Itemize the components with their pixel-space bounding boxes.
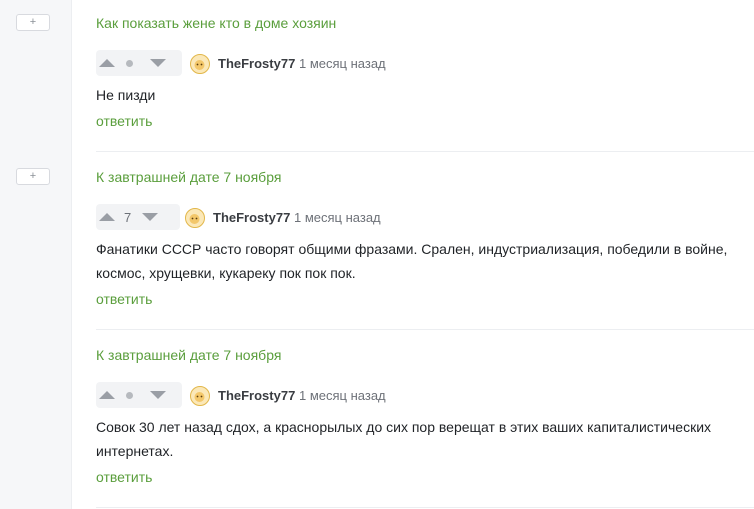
- divider: [96, 151, 754, 152]
- vote-up-button[interactable]: [96, 206, 118, 228]
- author-name[interactable]: TheFrosty77: [218, 388, 295, 403]
- vote-score: 7: [124, 209, 132, 225]
- vote-neutral-dot: [126, 59, 133, 67]
- vote-down-button[interactable]: [139, 206, 161, 228]
- arrow-up-icon: [99, 391, 115, 399]
- post-title-link[interactable]: К завтрашней дате 7 ноября: [96, 347, 281, 363]
- vote-up-button[interactable]: [96, 52, 118, 74]
- avatar[interactable]: [190, 54, 210, 74]
- comment-text: Фанатики СССР часто говорят общими фраза…: [96, 241, 728, 281]
- comment-time: 1 месяц назад: [294, 210, 381, 225]
- vote-box: [96, 50, 182, 76]
- avatar-face-icon: [194, 60, 205, 70]
- author-name[interactable]: TheFrosty77: [218, 56, 295, 71]
- comment-text: Не пизди: [96, 87, 156, 103]
- expand-button[interactable]: +: [16, 14, 50, 31]
- arrow-down-icon: [150, 391, 166, 399]
- vote-up-button[interactable]: [96, 384, 118, 406]
- arrow-down-icon: [150, 59, 166, 67]
- post-title-link[interactable]: Как показать жене кто в доме хозяин: [96, 15, 336, 31]
- comment-time: 1 месяц назад: [299, 388, 386, 403]
- author-name[interactable]: TheFrosty77: [213, 210, 290, 225]
- reply-link[interactable]: ответить: [96, 113, 152, 129]
- vote-down-button[interactable]: [147, 384, 169, 406]
- vote-box: [96, 382, 182, 408]
- divider: [96, 507, 754, 508]
- vote-down-button[interactable]: [147, 52, 169, 74]
- vote-box: 7: [96, 204, 180, 230]
- post-title-link[interactable]: К завтрашней дате 7 ноября: [96, 169, 281, 185]
- arrow-up-icon: [99, 213, 115, 221]
- left-rail: [0, 0, 72, 509]
- avatar[interactable]: [185, 208, 205, 228]
- arrow-up-icon: [99, 59, 115, 67]
- expand-button[interactable]: +: [16, 168, 50, 185]
- comment-text: Совок 30 лет назад сдох, а краснорылых д…: [96, 419, 712, 459]
- reply-link[interactable]: ответить: [96, 291, 152, 307]
- arrow-down-icon: [142, 213, 159, 221]
- avatar-face-icon: [189, 214, 200, 224]
- avatar-face-icon: [194, 392, 205, 402]
- vote-neutral-dot: [126, 391, 133, 399]
- divider: [96, 329, 754, 330]
- comment-time: 1 месяц назад: [299, 56, 386, 71]
- avatar[interactable]: [190, 386, 210, 406]
- reply-link[interactable]: ответить: [96, 469, 152, 485]
